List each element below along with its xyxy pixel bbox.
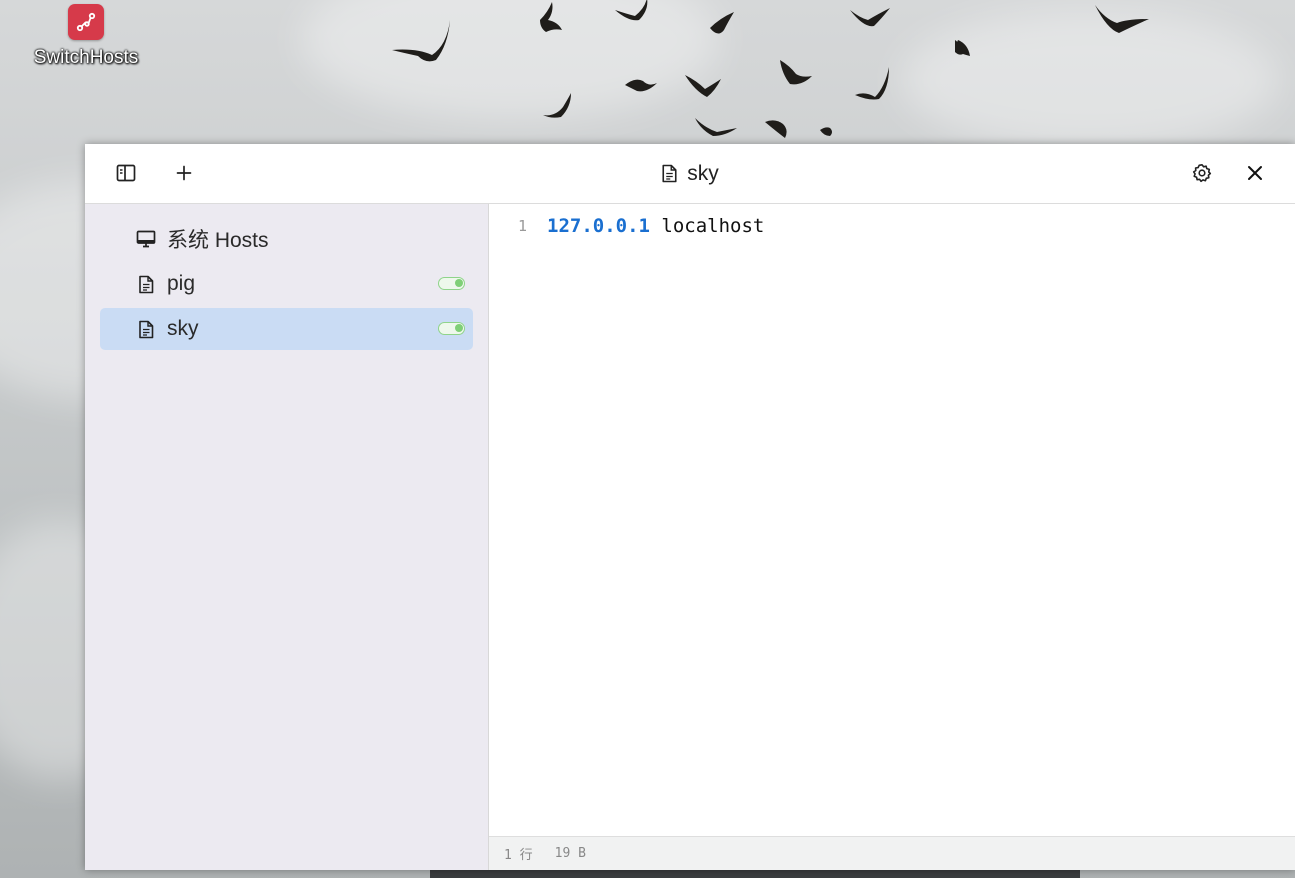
sidebar-toggle-icon (116, 164, 136, 182)
file-icon (136, 274, 156, 294)
code-area[interactable]: 1 127.0.0.1 localhost (489, 204, 1295, 836)
birds-image (392, 0, 1149, 138)
enable-toggle-sky[interactable] (438, 322, 465, 335)
line-text[interactable]: 127.0.0.1 localhost (547, 215, 764, 237)
monitor-icon (136, 229, 156, 249)
sidebar-item-pig[interactable]: pig (100, 263, 473, 305)
window-title: sky (661, 144, 719, 203)
status-line-count: 1 行 (504, 848, 533, 863)
close-button[interactable] (1239, 157, 1271, 189)
code-line: 1 127.0.0.1 localhost (489, 213, 1295, 239)
file-icon (662, 164, 677, 183)
sidebar-item-system-hosts[interactable]: 系统 Hosts (100, 218, 473, 260)
sidebar-item-label: sky (167, 317, 199, 340)
sidebar-item-label: pig (167, 272, 196, 295)
enable-toggle-pig[interactable] (438, 277, 465, 290)
desktop-shortcut-label: SwitchHosts (33, 47, 139, 68)
status-bar: 1 行 19 B (489, 836, 1295, 870)
close-icon (1248, 166, 1262, 180)
hosts-editor[interactable]: 1 127.0.0.1 localhost 1 行 19 B (489, 204, 1295, 870)
hostname: localhost (649, 215, 765, 237)
window-title-text: sky (687, 161, 719, 185)
plus-icon (176, 165, 192, 181)
toolbar: sky (85, 144, 1295, 204)
switchhosts-window: sky 系统 Hosts pig sky 1 127.0.0.1 localho… (85, 144, 1295, 870)
line-number: 1 (517, 217, 527, 235)
switchhosts-app-icon (68, 4, 104, 40)
gear-icon (1192, 164, 1212, 183)
toggle-knob (455, 279, 463, 287)
settings-button[interactable] (1186, 157, 1218, 189)
sidebar-item-sky[interactable]: sky (100, 308, 473, 350)
file-icon (136, 319, 156, 339)
ip-address: 127.0.0.1 (547, 215, 650, 237)
add-hosts-button[interactable] (168, 157, 200, 189)
status-file-size: 19 B (554, 846, 586, 861)
toggle-sidebar-button[interactable] (110, 157, 142, 189)
desktop-shortcut-switchhosts[interactable]: SwitchHosts (28, 2, 144, 69)
sidebar-item-label: 系统 Hosts (167, 229, 269, 252)
toggle-knob (455, 324, 463, 332)
sidebar: 系统 Hosts pig sky (85, 204, 489, 870)
